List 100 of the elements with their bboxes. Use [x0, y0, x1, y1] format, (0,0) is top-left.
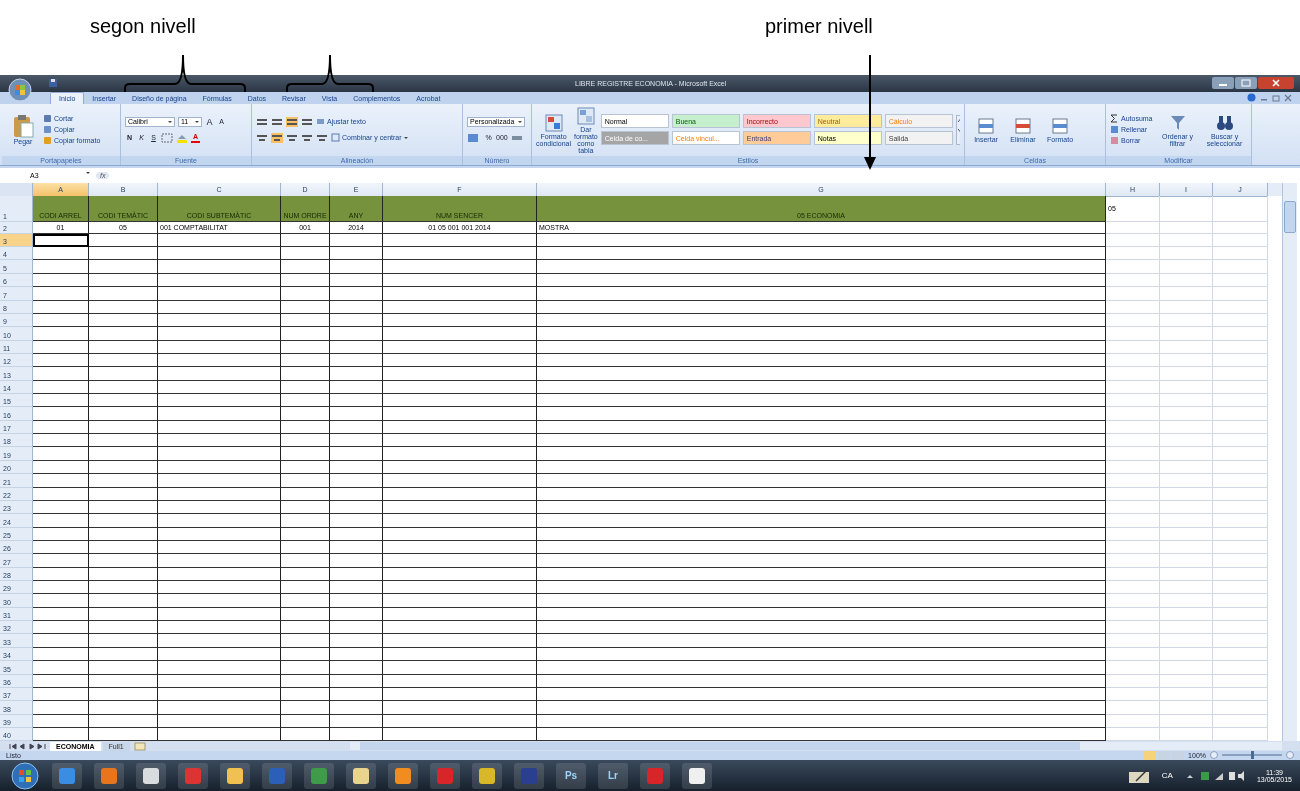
table-cell: [1160, 594, 1213, 608]
table-cell: [330, 407, 383, 421]
align-icon[interactable]: [256, 116, 268, 127]
vertical-scrollbar[interactable]: [1282, 182, 1297, 742]
language-indicator[interactable]: CA: [1161, 771, 1173, 780]
table-cell: [33, 407, 89, 421]
save-icon[interactable]: [48, 78, 58, 89]
align-icon[interactable]: [286, 132, 298, 143]
scroll-thumb[interactable]: [359, 742, 1080, 750]
table-cell: [89, 527, 158, 541]
restore-icon[interactable]: [1272, 93, 1280, 102]
sheet-nav-icon[interactable]: [8, 741, 48, 751]
table-cell: [330, 260, 383, 274]
fill-color-icon[interactable]: [176, 132, 188, 143]
border-icon[interactable]: [161, 132, 173, 143]
taskbar-app-icon[interactable]: Lr: [598, 762, 628, 789]
pen-icon[interactable]: [1127, 767, 1150, 784]
table-cell: [1160, 514, 1213, 528]
table-cell: [1106, 327, 1160, 341]
table-cell: [89, 674, 158, 688]
table-cell: [89, 367, 158, 381]
zoom-in-button[interactable]: [1286, 751, 1294, 760]
table-cell: [89, 500, 158, 515]
table-cell: [1106, 607, 1160, 622]
minimize-button[interactable]: [1212, 77, 1234, 90]
table-cell: [1213, 540, 1268, 555]
table-cell: [1160, 221, 1213, 234]
table-cell: [1160, 420, 1213, 435]
zoom-thumb[interactable]: [1251, 751, 1254, 760]
table-cell: [330, 581, 383, 595]
table-cell: [1106, 221, 1160, 234]
table-cell: [1160, 260, 1213, 274]
table-cell: [89, 701, 158, 715]
table-cell: [89, 687, 158, 702]
table-cell: [89, 273, 158, 288]
table-cell: [1160, 460, 1213, 475]
table-cell: [281, 714, 330, 728]
close-icon[interactable]: [1284, 93, 1292, 102]
table-cell: [330, 621, 383, 635]
table-cell: [330, 313, 383, 328]
table-cell: [330, 527, 383, 541]
table-cell: [330, 247, 383, 261]
taskbar-app-icon[interactable]: [136, 762, 166, 789]
table-cell: [33, 607, 89, 622]
table-cell: [330, 594, 383, 608]
close-button[interactable]: [1258, 77, 1294, 90]
align-icon[interactable]: [286, 116, 298, 127]
table-cell: [1160, 621, 1213, 635]
table-cell: [33, 287, 89, 301]
table-cell: [1213, 594, 1268, 608]
zoom-slider[interactable]: [1222, 754, 1282, 757]
align-icon[interactable]: [256, 132, 268, 143]
grow-font-button[interactable]: A: [205, 116, 214, 127]
gallery-scroll-icon[interactable]: [955, 114, 960, 145]
table-cell: [1106, 527, 1160, 541]
table-cell: [89, 434, 158, 448]
table-cell: [1106, 567, 1160, 582]
taskbar-app-icon[interactable]: [220, 762, 250, 789]
copy-icon: [43, 125, 52, 135]
table-cell: [1160, 327, 1213, 341]
table-cell: [281, 701, 330, 715]
currency-icon[interactable]: [467, 132, 481, 143]
table-cell: [281, 540, 330, 555]
taskbar-app-icon[interactable]: [472, 762, 502, 789]
table-cell: [1106, 701, 1160, 715]
align-icon[interactable]: [301, 116, 313, 127]
table-cell: [330, 460, 383, 475]
table-cell: [1106, 233, 1160, 248]
align-icon[interactable]: [271, 116, 283, 127]
delete-grid-icon: [1013, 116, 1033, 137]
help-icon[interactable]: [1247, 93, 1256, 103]
table-cell: [33, 674, 89, 688]
table-cell: [33, 327, 89, 341]
taskbar-app-icon[interactable]: [388, 762, 418, 789]
table-cell: [1106, 313, 1160, 328]
table-cell: [330, 554, 383, 568]
start-button[interactable]: [10, 760, 40, 791]
zoom-out-button[interactable]: [1210, 751, 1218, 760]
taskbar-app-icon[interactable]: [346, 762, 376, 789]
maximize-button[interactable]: [1235, 77, 1257, 90]
align-icon[interactable]: [301, 132, 313, 143]
horizontal-scrollbar[interactable]: [349, 742, 1282, 750]
table-cell: [330, 714, 383, 728]
align-icon[interactable]: [316, 132, 328, 143]
table-cell: [1213, 687, 1268, 702]
table-cell: [281, 247, 330, 261]
table-cell: [1106, 420, 1160, 435]
taskbar-app-icon[interactable]: [682, 762, 712, 789]
table-cell: [1213, 434, 1268, 448]
table-cell: [281, 367, 330, 381]
table-cell: [1160, 540, 1213, 555]
table-cell: [1160, 380, 1213, 394]
align-icon[interactable]: [271, 132, 283, 143]
table-cell: [1106, 353, 1160, 368]
table-cell: [281, 394, 330, 408]
taskbar-app-icon[interactable]: Ps: [556, 762, 586, 789]
table-cell: [1106, 287, 1160, 301]
scroll-thumb[interactable]: [1284, 200, 1296, 233]
table-cell: [1160, 487, 1213, 501]
table-cell: [1160, 661, 1213, 675]
